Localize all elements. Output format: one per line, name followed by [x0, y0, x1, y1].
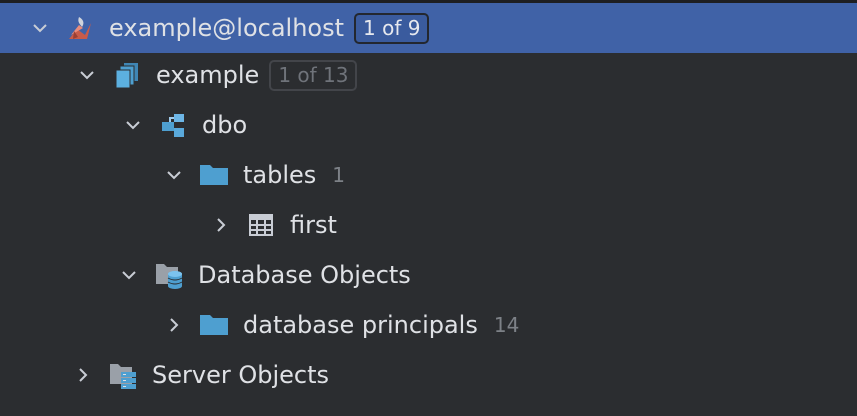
- schema-icon: [156, 110, 190, 140]
- database-objects-icon: [152, 260, 186, 290]
- chevron-down-icon[interactable]: [122, 114, 144, 136]
- chevron-right-icon[interactable]: [210, 214, 232, 236]
- tree-node-label: example@localhost: [109, 14, 345, 42]
- tree-node-label: database principals: [243, 311, 478, 339]
- tree-node-label: tables: [243, 161, 317, 189]
- database-explorer-tree: example@localhost 1 of 9 example 1 of 13: [0, 0, 857, 416]
- chevron-down-icon[interactable]: [76, 64, 98, 86]
- chevron-right-icon[interactable]: [163, 314, 185, 336]
- table-icon: [244, 210, 278, 240]
- tree-node-label: Server Objects: [152, 361, 329, 389]
- sql-server-icon: [63, 13, 97, 43]
- chevron-down-icon[interactable]: [163, 164, 185, 186]
- tree-node-label: example: [156, 61, 260, 89]
- tree-node-label: dbo: [202, 111, 248, 139]
- child-count: 1: [332, 163, 346, 187]
- tree-node-tables-folder[interactable]: tables 1: [0, 150, 857, 200]
- tree-node-data-source[interactable]: example@localhost 1 of 9: [0, 3, 857, 53]
- folder-icon: [197, 310, 231, 340]
- server-objects-icon: [106, 360, 140, 390]
- chevron-right-icon[interactable]: [72, 364, 94, 386]
- tree-node-label: first: [290, 211, 337, 239]
- chevron-down-icon[interactable]: [118, 264, 140, 286]
- tree-node-database-principals-folder[interactable]: database principals 14: [0, 300, 857, 350]
- selection-count-badge: 1 of 9: [354, 12, 430, 44]
- child-count: 14: [493, 313, 520, 337]
- tree-node-table[interactable]: first: [0, 200, 857, 250]
- tree-node-label: Database Objects: [198, 261, 411, 289]
- chevron-down-icon[interactable]: [29, 17, 51, 39]
- folder-icon: [197, 160, 231, 190]
- database-icon: [110, 60, 144, 90]
- tree-node-database-objects[interactable]: Database Objects: [0, 250, 857, 300]
- tree-node-database[interactable]: example 1 of 13: [0, 50, 857, 100]
- tree-node-schema[interactable]: dbo: [0, 100, 857, 150]
- selection-count-badge: 1 of 13: [269, 59, 358, 91]
- tree-node-server-objects[interactable]: Server Objects: [0, 350, 857, 400]
